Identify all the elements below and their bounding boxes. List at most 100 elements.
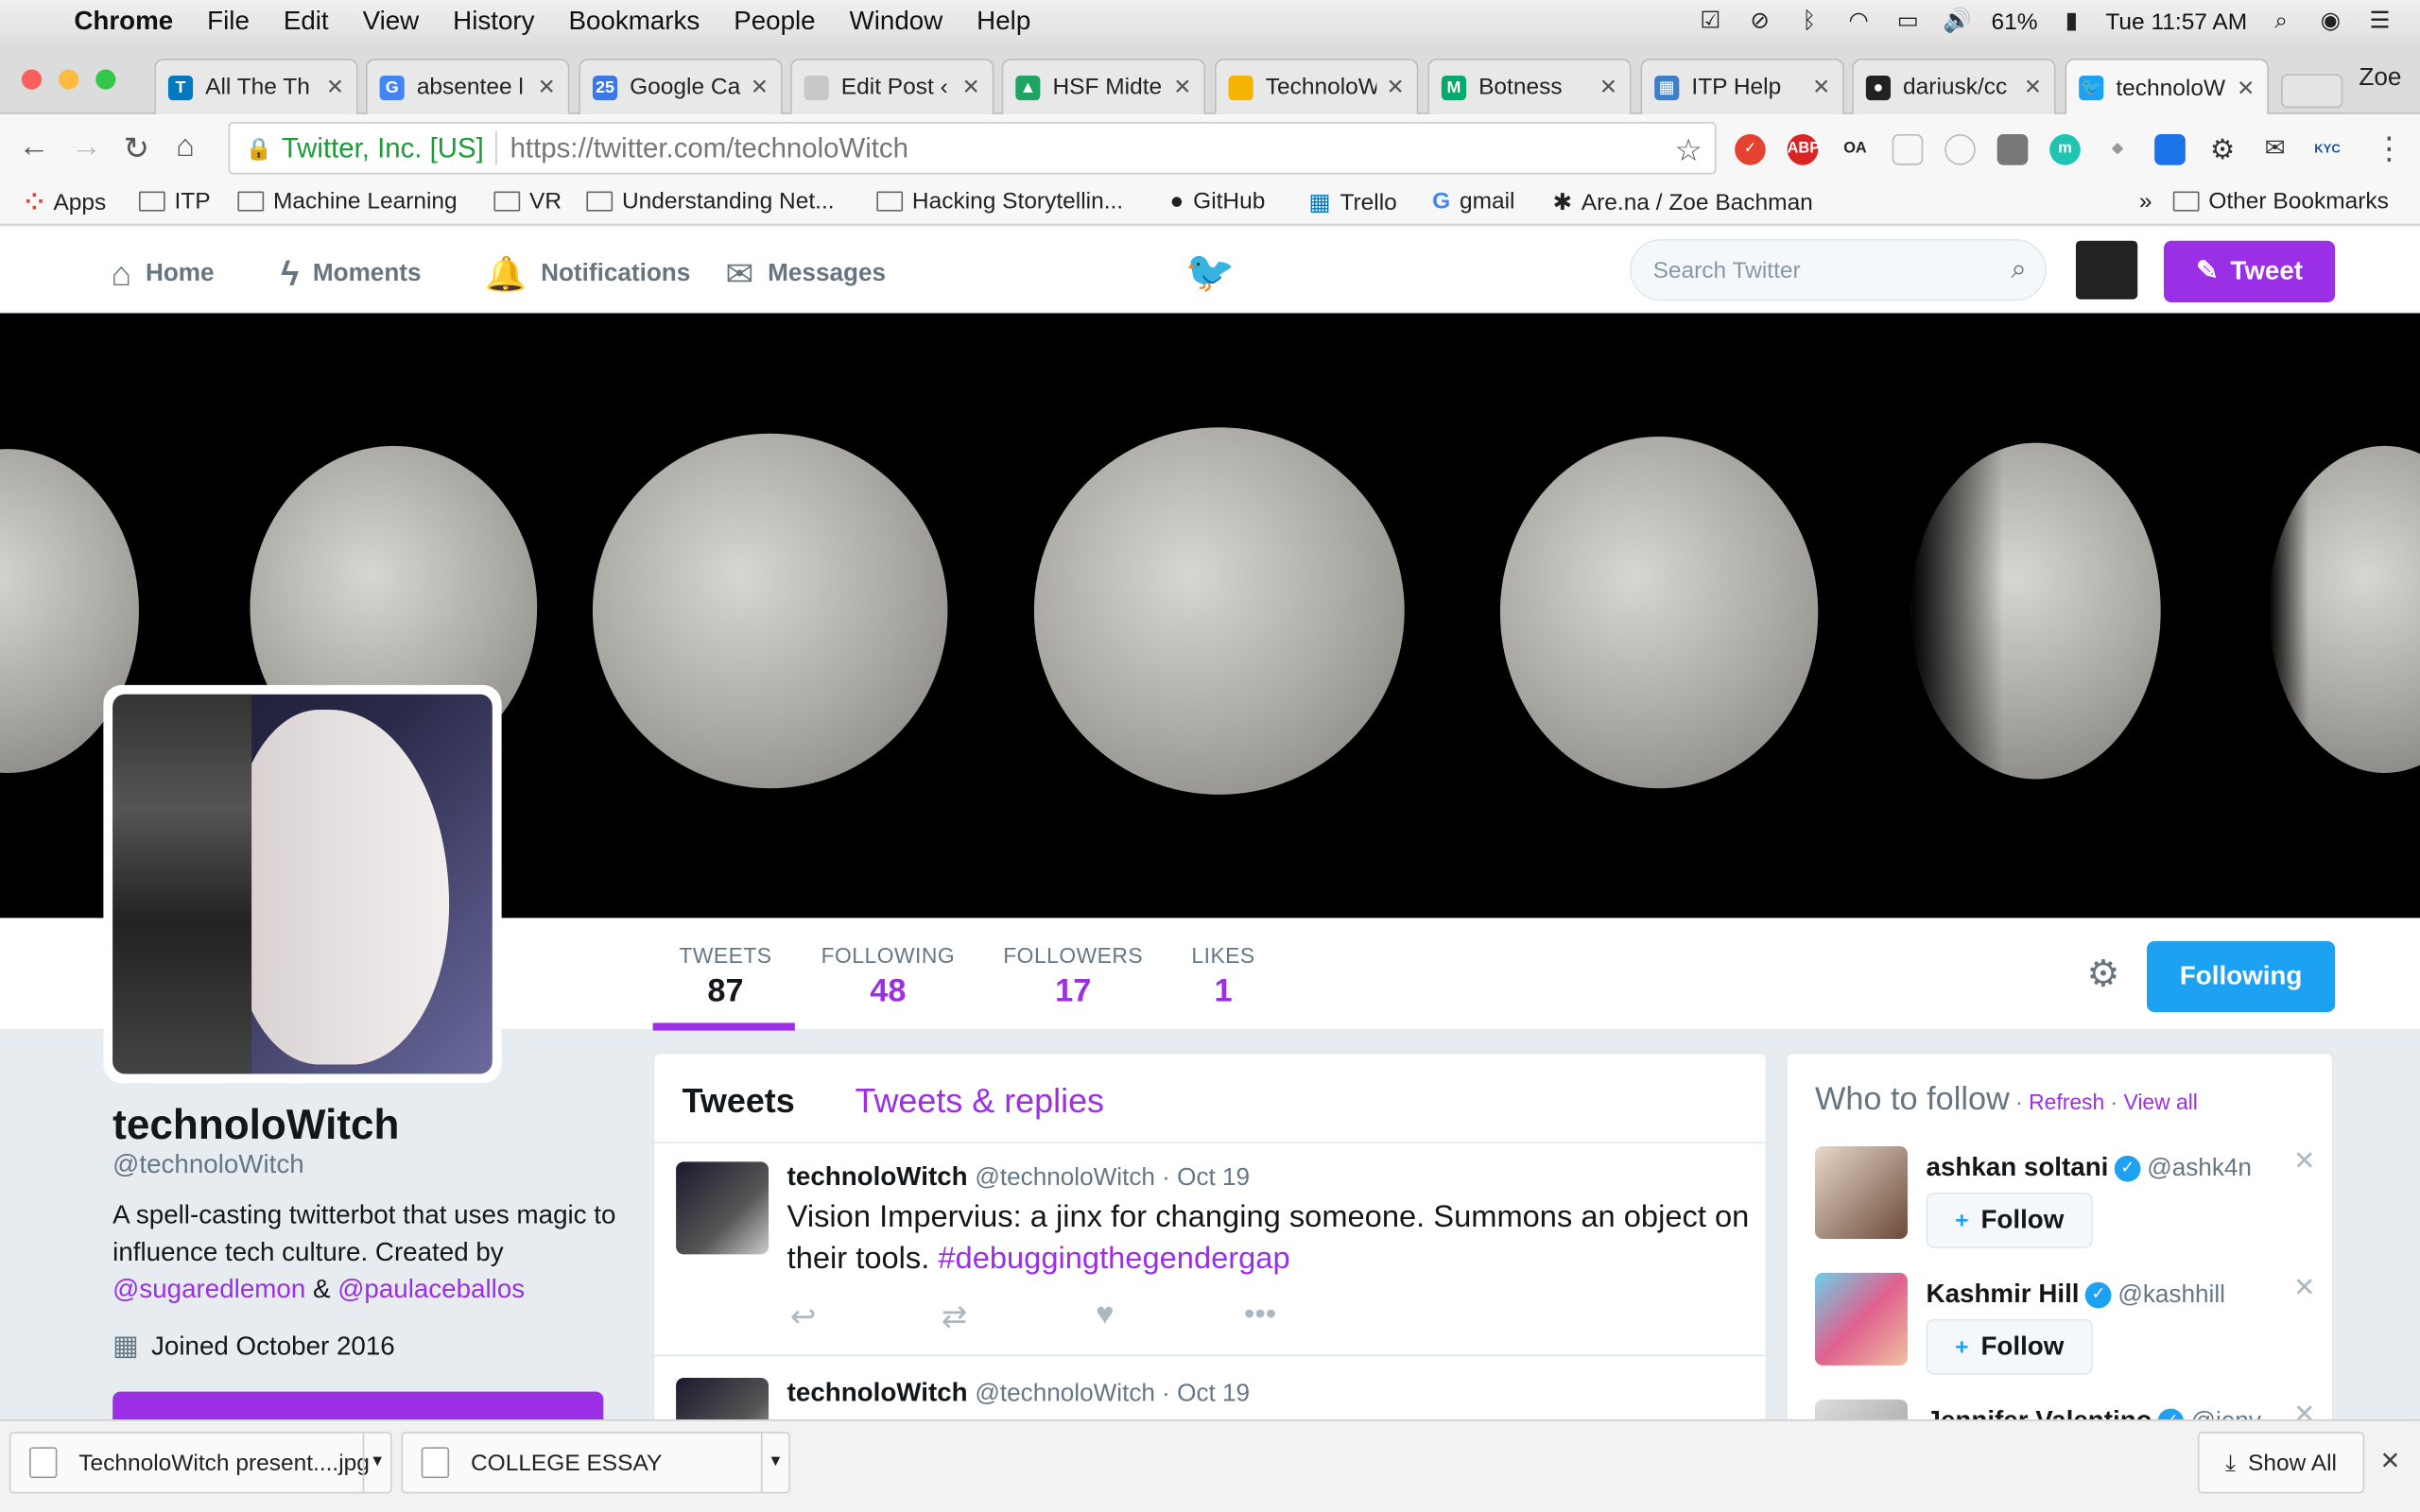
browser-tab[interactable]: 🐦 technoloW ✕ (2065, 59, 2269, 116)
bookmark-arena[interactable]: ✱ Are.na / Zoe Bachman (1552, 188, 1812, 216)
bookmark-google[interactable]: Ggmail (1432, 188, 1514, 215)
tweet-item[interactable]: technoloWitch @technoloWitch · Oct 19 Vi… (654, 1143, 1766, 1357)
bio-mention-link[interactable]: @sugaredlemon (112, 1275, 305, 1304)
chrome-menu-icon[interactable]: ⋮ (2374, 129, 2405, 168)
oamo-extension-icon[interactable]: OA (1840, 134, 1871, 165)
bluetooth-icon[interactable]: ᛒ (1794, 7, 1825, 38)
forward-arrow-icon[interactable]: → (71, 129, 102, 165)
menu-help[interactable]: Help (977, 7, 1030, 38)
suggestion-avatar[interactable] (1814, 1146, 1908, 1240)
other-bookmarks-folder[interactable]: Other Bookmarks (2172, 188, 2389, 215)
tab-tweets-and-replies[interactable]: Tweets & replies (855, 1081, 1104, 1121)
browser-tab[interactable]: M Botness ✕ (1427, 59, 1632, 114)
tab-close-icon[interactable]: ✕ (1812, 74, 1830, 100)
mail-extension-icon[interactable]: ✉ (2259, 134, 2290, 165)
home-icon[interactable]: ⌂ (176, 129, 195, 165)
tab-close-icon[interactable]: ✕ (1173, 74, 1191, 100)
browser-tab[interactable]: ▦ ITP Help ✕ (1640, 59, 1845, 114)
do-not-disturb-icon[interactable]: ⊘ (1744, 7, 1775, 38)
download-item[interactable]: COLLEGE ESSAY ▼ (401, 1432, 790, 1494)
retweet-icon[interactable]: ⇄ (942, 1297, 967, 1336)
bookmark-folder[interactable]: Understanding Net... (586, 188, 835, 215)
profile-name[interactable]: technoloWitch (112, 1102, 399, 1150)
dismiss-icon[interactable]: ✕ (2293, 1146, 2315, 1177)
bookmarks-overflow-chevron-icon[interactable]: » (2139, 188, 2152, 215)
refresh-link[interactable]: Refresh (2029, 1090, 2104, 1114)
bookmark-folder[interactable]: Hacking Storytellin... (876, 188, 1123, 215)
search-input[interactable]: Search Twitter ⌕ (1630, 239, 2047, 301)
compose-tweet-button[interactable]: ✎ Tweet (2163, 240, 2336, 302)
nav-home[interactable]: ⌂ Home (112, 254, 215, 294)
menu-view[interactable]: View (363, 7, 420, 38)
download-options-caret-icon[interactable]: ▼ (760, 1433, 788, 1492)
menu-edit[interactable]: Edit (284, 7, 329, 38)
search-icon[interactable]: ⌕ (2011, 253, 2026, 285)
tab-tweets[interactable]: Tweets (683, 1081, 795, 1121)
battery-charging-icon[interactable]: ▮ (2056, 7, 2087, 38)
notification-center-icon[interactable]: ☰ (2364, 7, 2395, 38)
bookmark-folder[interactable]: Machine Learning (237, 188, 458, 215)
circle-extension-icon[interactable] (1945, 134, 1976, 165)
menu-bookmarks[interactable]: Bookmarks (568, 7, 700, 38)
chrome-profile-name[interactable]: Zoe (2359, 65, 2401, 93)
profile-avatar[interactable] (103, 684, 502, 1084)
window-minimize-button[interactable] (59, 69, 79, 90)
clock[interactable]: Tue 11:57 AM (2105, 9, 2247, 35)
window-extension-icon[interactable] (2154, 134, 2186, 165)
stat-following[interactable]: FOLLOWING 48 (821, 943, 956, 1011)
airplay-icon[interactable]: ▭ (1893, 7, 1924, 38)
gear-icon[interactable]: ⚙ (2086, 952, 2119, 996)
tab-close-icon[interactable]: ✕ (751, 74, 769, 100)
download-item[interactable]: TechnoloWitch present....jpg ▼ (9, 1432, 392, 1494)
tab-close-icon[interactable]: ✕ (962, 74, 980, 100)
profile-handle[interactable]: @technoloWitch (112, 1149, 303, 1180)
bookmark-folder[interactable]: VR (493, 188, 562, 215)
show-all-downloads-button[interactable]: ⤓ Show All (2197, 1432, 2365, 1494)
menu-people[interactable]: People (734, 7, 815, 38)
window-zoom-button[interactable] (95, 69, 116, 90)
menu-window[interactable]: Window (850, 7, 943, 38)
kyc-extension-icon[interactable]: KYC (2312, 134, 2343, 165)
bookmark-github[interactable]: ● GitHub (1170, 188, 1266, 215)
download-options-caret-icon[interactable]: ▼ (362, 1433, 390, 1492)
browser-tab[interactable]: Edit Post ‹ ✕ (789, 59, 994, 114)
nav-moments[interactable]: ϟ Moments (281, 254, 421, 294)
browser-tab[interactable]: TechnoloW ✕ (1214, 59, 1419, 114)
tab-close-icon[interactable]: ✕ (2024, 74, 2042, 100)
new-tab-button[interactable] (2281, 74, 2343, 109)
square-extension-icon[interactable] (1996, 134, 2029, 165)
reply-icon[interactable]: ↩ (790, 1297, 816, 1336)
volume-icon[interactable]: 🔊 (1942, 7, 1973, 38)
nav-messages[interactable]: ✉ Messages (725, 254, 886, 294)
menu-app-name[interactable]: Chrome (74, 7, 173, 38)
window-close-button[interactable] (21, 69, 43, 90)
bookmark-trello[interactable]: ▦ Trello (1308, 188, 1396, 216)
hashtag-link[interactable]: #debuggingthegendergap (938, 1242, 1289, 1276)
bio-mention-link[interactable]: @paulaceballos (337, 1275, 525, 1304)
tab-close-icon[interactable]: ✕ (326, 74, 344, 100)
dismiss-icon[interactable]: ✕ (2293, 1273, 2315, 1304)
tab-close-icon[interactable]: ✕ (538, 74, 556, 100)
suggestion-avatar[interactable] (1814, 1272, 1908, 1366)
account-avatar[interactable] (2075, 240, 2138, 300)
reload-icon[interactable]: ↻ (124, 129, 149, 168)
follow-button[interactable]: + Follow (1926, 1318, 2093, 1375)
page-extension-icon[interactable] (1892, 134, 1924, 165)
bookmark-folder[interactable]: ITP (138, 188, 211, 215)
browser-tab[interactable]: 25 Google Ca ✕ (579, 59, 783, 114)
browser-tab[interactable]: T All The Th ✕ (154, 59, 358, 114)
nav-notifications[interactable]: 🔔 Notifications (485, 254, 691, 294)
menu-file[interactable]: File (207, 7, 250, 38)
browser-tab[interactable]: ▲ HSF Midte ✕ (1001, 59, 1206, 114)
view-all-link[interactable]: View all (2124, 1090, 2198, 1114)
stat-followers[interactable]: FOLLOWERS 17 (1003, 943, 1143, 1011)
spotlight-search-icon[interactable]: ⌕ (2266, 7, 2297, 38)
tab-close-icon[interactable]: ✕ (1599, 74, 1617, 100)
heart-icon[interactable]: ♥ (1096, 1297, 1114, 1333)
browser-tab[interactable]: Gabsentee l ✕ (365, 59, 570, 114)
todoist-extension-icon[interactable]: ✓ (1735, 134, 1766, 165)
gear-extension-icon[interactable]: ⚙ (2207, 134, 2238, 165)
tweet-avatar[interactable] (676, 1161, 769, 1255)
browser-tab[interactable]: ● dariusk/cc ✕ (1852, 59, 2056, 114)
dropbox-extension-icon[interactable]: ◆ (2102, 134, 2134, 165)
